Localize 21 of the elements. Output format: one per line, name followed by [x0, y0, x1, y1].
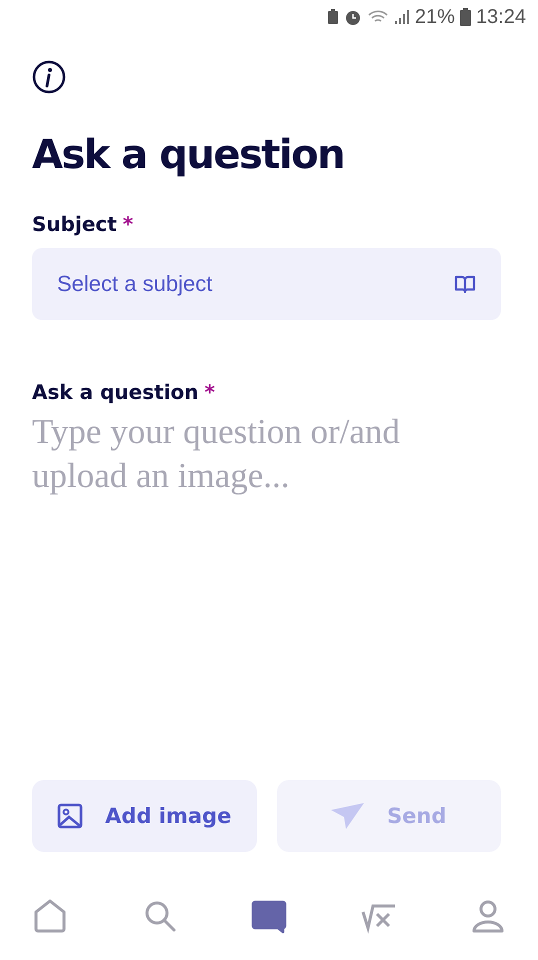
- required-mark: *: [204, 380, 215, 404]
- info-icon[interactable]: [32, 60, 66, 94]
- battery-icon: [460, 8, 471, 26]
- question-input[interactable]: Type your question or/and upload an image...: [32, 410, 501, 710]
- signal-icon: [394, 9, 410, 25]
- clock-time: 13:24: [476, 6, 526, 28]
- chat-nav-icon[interactable]: [251, 898, 287, 934]
- required-mark: *: [122, 212, 134, 236]
- add-image-button[interactable]: Add image: [32, 780, 256, 852]
- home-nav-icon[interactable]: [32, 898, 68, 934]
- book-icon: [454, 274, 476, 294]
- page-title: Ask a question: [32, 132, 346, 178]
- subject-label: Subject: [32, 212, 117, 236]
- battery-saver-icon: [326, 9, 339, 25]
- question-label: Ask a question: [32, 380, 199, 404]
- battery-percent: 21%: [414, 6, 455, 28]
- subject-select[interactable]: Select a subject: [32, 248, 501, 320]
- profile-nav-icon[interactable]: [470, 898, 506, 934]
- image-icon: [57, 803, 84, 829]
- alarm-icon: [344, 8, 362, 26]
- paper-plane-icon: [331, 802, 366, 830]
